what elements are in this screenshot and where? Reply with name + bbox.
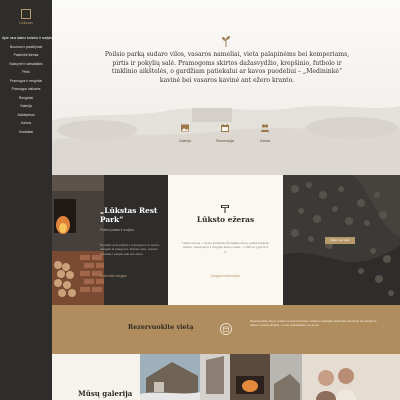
sidebar-item-sauna[interactable]: Pirtis xyxy=(0,68,52,77)
map-button[interactable]: Kaip mus rasti xyxy=(325,237,355,244)
hero-background-image xyxy=(52,0,400,175)
sidebar-item-kids[interactable]: Pramogos vaikams xyxy=(0,85,52,94)
feature-prices-label: Kainos xyxy=(259,139,271,143)
gallery-title: Mūsų galerija xyxy=(78,389,133,398)
calendar-icon xyxy=(221,124,229,132)
rest-park-link[interactable]: Sužinokite daugiau xyxy=(100,274,127,278)
sidebar-item-entertainment[interactable]: Pramogos ir renginiai xyxy=(0,77,52,86)
sidebar-item-gallery[interactable]: Galerija xyxy=(0,102,52,111)
sidebar-item-about[interactable]: Apie mus kaimo turizmo ir sodyba kaime xyxy=(0,34,52,43)
fireplace-photo xyxy=(52,175,104,305)
sidebar: Lūkstas Apie mus kaimo turizmo ir sodyba… xyxy=(0,0,52,400)
gallery-icon xyxy=(181,124,189,132)
gallery-section: Mūsų galerija xyxy=(52,354,400,400)
lake-card: Lūksto ežeras Lūksto ežeras – vienas gra… xyxy=(168,175,283,305)
sidebar-item-accommodation[interactable]: Nakvynė ir laisvalaikis xyxy=(0,60,52,69)
feature-gallery-label: Galerija xyxy=(179,139,191,143)
sidebar-item-dates[interactable]: Pasirinkti dienas xyxy=(0,51,52,60)
rest-park-subtitle: Poilsio parkas ir sodyba xyxy=(100,228,134,232)
feature-reservation[interactable]: Rezervacija xyxy=(210,118,240,143)
hero-description: Poilsio parką sudaro vilos, vasaros name… xyxy=(104,51,350,84)
rest-park-title: „Lūkstas Rest Park“ xyxy=(100,206,158,225)
logo-mark-icon xyxy=(21,9,31,19)
lake-description: Lūksto ežeras – vienas gražiausių Žemait… xyxy=(182,241,269,254)
sidebar-item-reviews[interactable]: Atsiliepimai xyxy=(0,111,52,120)
logo-name: Lūkstas xyxy=(19,21,33,25)
logo[interactable]: Lūkstas xyxy=(9,9,43,31)
tree-icon xyxy=(222,36,230,47)
sidebar-nav: Apie mus kaimo turizmo ir sodyba kaime N… xyxy=(0,34,52,136)
sidebar-item-offers[interactable]: Nuomos ir pasiūlymai xyxy=(0,43,52,52)
reservation-title: Rezervuokite vietą xyxy=(128,324,194,331)
feature-gallery[interactable]: Galerija xyxy=(170,118,200,143)
reservation-banner: Rezervuokite vietą Rezervuokite vilą ar … xyxy=(52,305,400,354)
rest-park-description: Nuostabi vieta poilsiui ir pramogoms su … xyxy=(100,243,160,256)
reservation-description: Rezervuokite vilą ar poilsio namelį inte… xyxy=(250,319,377,328)
feature-prices[interactable]: Kainos xyxy=(250,118,280,143)
sidebar-item-events[interactable]: Renginiai xyxy=(0,94,52,103)
sign-icon xyxy=(221,205,229,213)
sidebar-item-prices[interactable]: Kainos xyxy=(0,119,52,128)
lake-title: Lūksto ežeras xyxy=(196,215,255,224)
reservation-icon[interactable] xyxy=(220,323,232,335)
map-card: Kaip mus rasti xyxy=(283,175,400,305)
feature-reservation-label: Rezervacija xyxy=(216,139,234,143)
gallery-photos[interactable] xyxy=(140,354,400,400)
people-icon xyxy=(260,124,270,132)
sidebar-item-contacts[interactable]: Kontaktai xyxy=(0,128,52,137)
rest-park-card: „Lūkstas Rest Park“ Poilsio parkas ir so… xyxy=(52,175,168,305)
lake-link[interactable]: Daugiau informacijos xyxy=(168,274,283,278)
hero-section: Poilsio parką sudaro vilos, vasaros name… xyxy=(52,0,400,175)
